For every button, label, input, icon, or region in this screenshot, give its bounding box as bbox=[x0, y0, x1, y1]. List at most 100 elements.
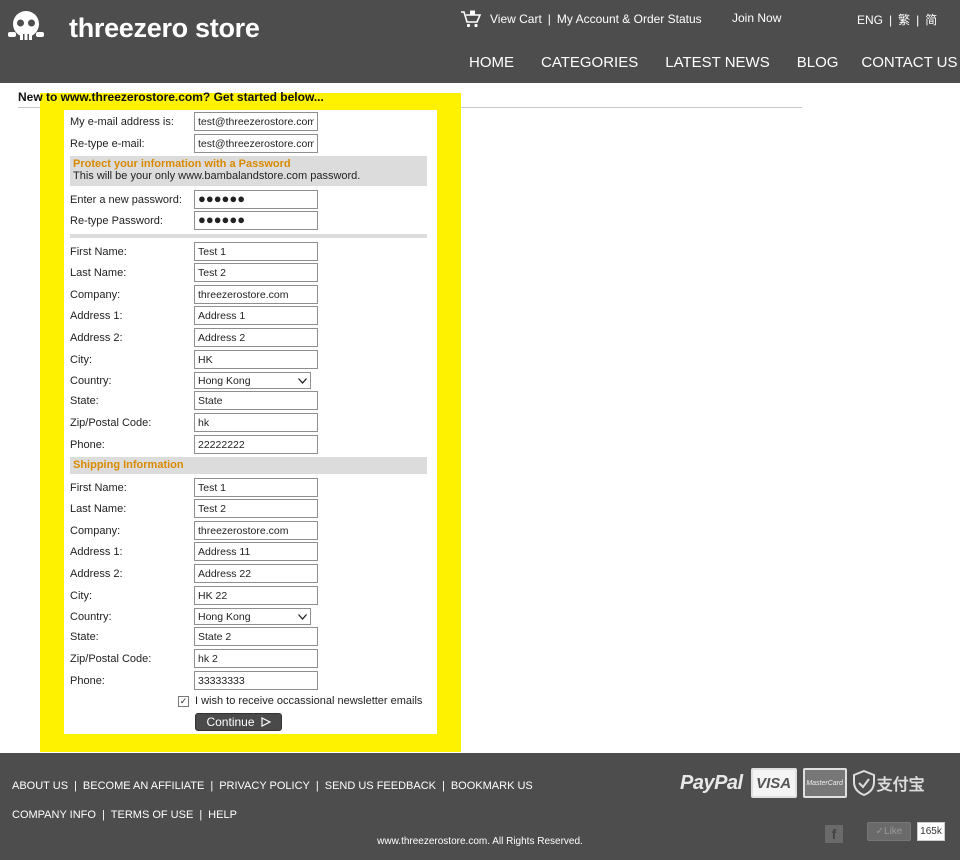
play-arrow-icon bbox=[260, 717, 271, 727]
footer-help-link[interactable]: HELP bbox=[208, 809, 237, 821]
footer-company-info-link[interactable]: COMPANY INFO bbox=[12, 809, 96, 821]
paypal-logo: PayPal bbox=[680, 771, 743, 794]
footer-separator: | bbox=[315, 780, 319, 792]
email-confirm-field[interactable] bbox=[194, 134, 318, 153]
billing-address1-row: Address 1: bbox=[70, 306, 318, 325]
billing-city-field[interactable] bbox=[194, 350, 318, 369]
shipping-phone-field[interactable] bbox=[194, 671, 318, 690]
alipay-text: 支付宝 bbox=[876, 777, 925, 794]
lang-separator: | bbox=[916, 12, 920, 27]
footer-affiliate-link[interactable]: BECOME AN AFFILIATE bbox=[83, 780, 204, 792]
footer-terms-link[interactable]: TERMS OF USE bbox=[111, 809, 194, 821]
billing-address2-label: Address 2: bbox=[70, 331, 123, 344]
intro-heading: New to www.threezerostore.com? Get start… bbox=[18, 90, 324, 104]
footer-separator: | bbox=[199, 809, 203, 821]
billing-first-name-label: First Name: bbox=[70, 245, 127, 258]
shipping-last-name-field[interactable] bbox=[194, 499, 318, 518]
brand-name[interactable]: threezero store bbox=[69, 13, 260, 44]
shipping-company-field[interactable] bbox=[194, 521, 318, 540]
billing-company-field[interactable] bbox=[194, 285, 318, 304]
shipping-state-row: State: bbox=[70, 627, 318, 646]
billing-last-name-label: Last Name: bbox=[70, 266, 127, 279]
nav-contact-us[interactable]: CONTACT US bbox=[861, 54, 957, 71]
shipping-address2-label: Address 2: bbox=[70, 567, 123, 580]
footer-separator: | bbox=[441, 780, 445, 792]
shipping-address2-field[interactable] bbox=[194, 564, 318, 583]
lang-english[interactable]: ENG bbox=[857, 13, 883, 27]
nav-latest-news[interactable]: LATEST NEWS bbox=[665, 54, 769, 71]
footer-about-link[interactable]: ABOUT US bbox=[12, 780, 68, 792]
password-confirm-field[interactable]: ●●●●●● bbox=[194, 211, 318, 230]
shipping-phone-label: Phone: bbox=[70, 674, 105, 687]
shipping-first-name-field[interactable] bbox=[194, 478, 318, 497]
email-row: My e-mail address is: bbox=[70, 112, 318, 131]
like-button[interactable]: ✓Like bbox=[867, 822, 911, 841]
shipping-country-select[interactable]: Hong Kong bbox=[194, 608, 311, 625]
shipping-city-label: City: bbox=[70, 589, 92, 602]
billing-state-field[interactable] bbox=[194, 391, 318, 410]
footer-separator: | bbox=[74, 780, 77, 792]
chevron-down-icon bbox=[298, 613, 307, 620]
password-field[interactable]: ●●●●●● bbox=[194, 190, 318, 209]
shipping-address1-label: Address 1: bbox=[70, 545, 123, 558]
billing-state-label: State: bbox=[70, 394, 99, 407]
billing-company-label: Company: bbox=[70, 288, 121, 301]
billing-last-name-row: Last Name: bbox=[70, 263, 318, 282]
shipping-company-row: Company: bbox=[70, 521, 318, 540]
billing-country-select[interactable]: Hong Kong bbox=[194, 372, 311, 389]
cart-icon[interactable] bbox=[460, 10, 482, 28]
continue-label: Continue bbox=[206, 715, 255, 729]
lang-traditional-chinese[interactable]: 繁 bbox=[898, 11, 910, 28]
nav-categories[interactable]: CATEGORIES bbox=[541, 54, 638, 71]
utility-separator: | bbox=[547, 12, 551, 26]
facebook-icon[interactable]: f bbox=[825, 825, 843, 843]
shield-icon bbox=[852, 770, 875, 796]
shipping-section-header: Shipping Information bbox=[70, 457, 427, 474]
newsletter-option: ✓ I wish to receive occassional newslett… bbox=[178, 695, 422, 707]
billing-zip-field[interactable] bbox=[194, 413, 318, 432]
shipping-zip-row: Zip/Postal Code: bbox=[70, 649, 318, 668]
language-switcher: ENG | 繁 | 简 bbox=[857, 11, 937, 28]
password-confirm-row: Re-type Password: ●●●●●● bbox=[70, 211, 318, 230]
billing-city-row: City: bbox=[70, 350, 318, 369]
email-field[interactable] bbox=[194, 112, 318, 131]
footer-bookmark-link[interactable]: BOOKMARK US bbox=[451, 780, 533, 792]
billing-address2-field[interactable] bbox=[194, 328, 318, 347]
shipping-address1-field[interactable] bbox=[194, 542, 318, 561]
shipping-company-label: Company: bbox=[70, 524, 121, 537]
shipping-city-field[interactable] bbox=[194, 586, 318, 605]
billing-address1-field[interactable] bbox=[194, 306, 318, 325]
password-section-header: Protect your information with a Password… bbox=[70, 156, 427, 186]
shipping-address2-row: Address 2: bbox=[70, 564, 318, 583]
footer-feedback-link[interactable]: SEND US FEEDBACK bbox=[325, 780, 436, 792]
payment-logos: PayPal VISA MasterCard 支付宝 bbox=[680, 768, 925, 798]
shipping-last-name-label: Last Name: bbox=[70, 502, 127, 515]
join-now-link[interactable]: Join Now bbox=[732, 11, 781, 25]
billing-country-label: Country: bbox=[70, 374, 112, 387]
shipping-state-field[interactable] bbox=[194, 627, 318, 646]
billing-country-value: Hong Kong bbox=[198, 374, 251, 387]
shipping-country-value: Hong Kong bbox=[198, 610, 251, 623]
shipping-zip-field[interactable] bbox=[194, 649, 318, 668]
shipping-section-title: Shipping Information bbox=[73, 459, 184, 471]
chevron-down-icon bbox=[298, 377, 307, 384]
billing-address1-label: Address 1: bbox=[70, 309, 123, 322]
billing-phone-field[interactable] bbox=[194, 435, 318, 454]
nav-blog[interactable]: BLOG bbox=[797, 54, 839, 71]
visa-logo: VISA bbox=[750, 768, 797, 798]
view-cart-link[interactable]: View Cart bbox=[490, 12, 542, 26]
skull-logo-icon[interactable] bbox=[6, 8, 46, 46]
footer-privacy-link[interactable]: PRIVACY POLICY bbox=[219, 780, 310, 792]
password-confirm-label: Re-type Password: bbox=[70, 214, 163, 227]
newsletter-checkbox[interactable]: ✓ bbox=[178, 695, 189, 707]
shipping-address1-row: Address 1: bbox=[70, 542, 318, 561]
shipping-first-name-row: First Name: bbox=[70, 478, 318, 497]
billing-last-name-field[interactable] bbox=[194, 263, 318, 282]
alipay-logo: 支付宝 bbox=[852, 770, 925, 796]
lang-simplified-chinese[interactable]: 简 bbox=[925, 11, 937, 28]
account-status-link[interactable]: My Account & Order Status bbox=[557, 12, 702, 26]
nav-home[interactable]: HOME bbox=[469, 54, 514, 71]
billing-first-name-field[interactable] bbox=[194, 242, 318, 261]
shipping-last-name-row: Last Name: bbox=[70, 499, 318, 518]
continue-button[interactable]: Continue bbox=[195, 713, 282, 731]
